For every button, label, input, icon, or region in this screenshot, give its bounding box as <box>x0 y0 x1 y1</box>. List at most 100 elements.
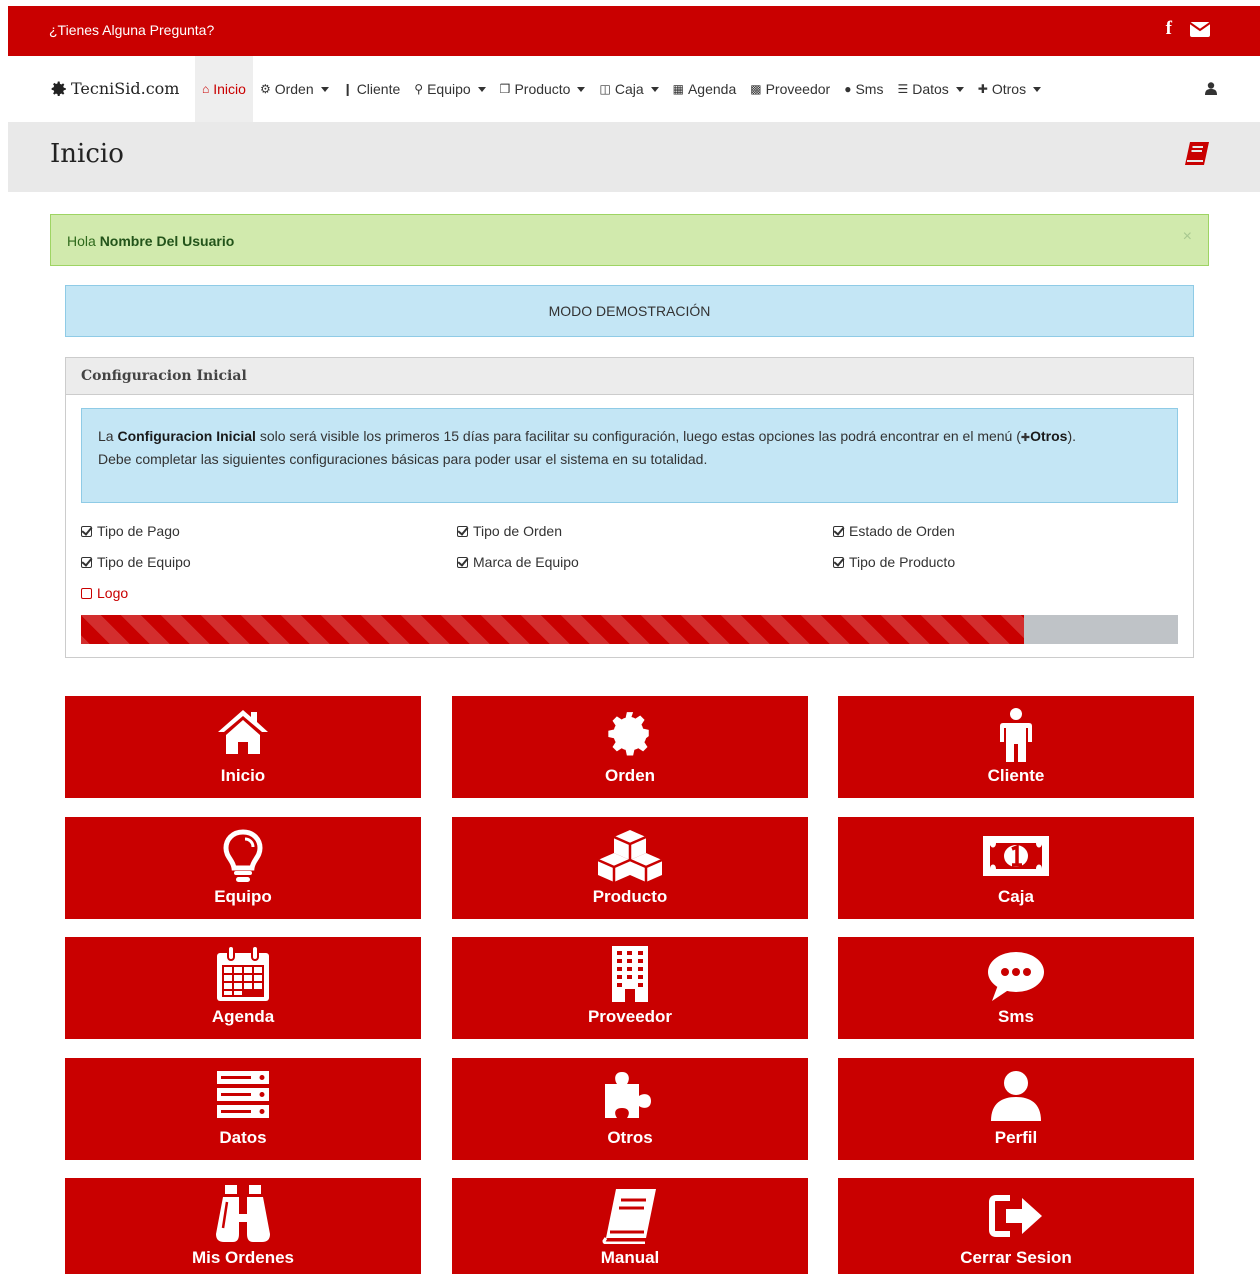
checked-icon <box>81 525 92 537</box>
nav-label: Sms <box>855 81 884 97</box>
nav-label: Cliente <box>356 81 401 97</box>
nav-label: Equipo <box>427 81 471 97</box>
navbar: TecniSid.com ⌂ Inicio ⚙ Orden ❙ Cliente … <box>8 56 1260 122</box>
brand-name: TecniSid.com <box>71 79 180 98</box>
unchecked-icon <box>81 587 92 599</box>
user-menu-icon[interactable] <box>1205 82 1217 95</box>
nav-label: Otros <box>991 81 1027 97</box>
server-icon <box>217 1071 269 1118</box>
checked-icon <box>833 525 844 537</box>
tile-manual[interactable]: Manual <box>452 1178 808 1274</box>
tile-producto[interactable]: Producto <box>452 817 808 919</box>
cubes-icon <box>597 830 663 882</box>
chevron-down-icon <box>650 86 659 92</box>
social-links: f <box>1166 18 1210 40</box>
tile-sms[interactable]: Sms <box>838 937 1194 1039</box>
calendar-icon: ▦ <box>672 82 684 96</box>
chevron-down-icon <box>477 86 486 92</box>
tile-inicio[interactable]: Inicio <box>65 696 421 798</box>
demo-mode-banner: MODO DEMOSTRACIÓN <box>65 285 1194 337</box>
config-info-line2: Debe completar las siguientes configurac… <box>98 451 708 467</box>
nav-item-otros[interactable]: ✚ Otros <box>971 56 1048 122</box>
main-nav: ⌂ Inicio ⚙ Orden ❙ Cliente ⚲ Equipo ❒ Pr… <box>195 56 1048 122</box>
building-icon: ▩ <box>750 82 762 96</box>
tile-caja[interactable]: Caja <box>838 817 1194 919</box>
checklist-item[interactable]: Tipo de Equipo <box>81 554 191 570</box>
tile-perfil[interactable]: Perfil <box>838 1058 1194 1160</box>
comment-icon: ● <box>844 82 852 96</box>
nav-label: Proveedor <box>765 81 831 97</box>
nav-label: Producto <box>514 81 571 97</box>
page: ¿Tienes Alguna Pregunta? f TecniSid.com … <box>0 0 1260 1274</box>
chevron-down-icon <box>320 86 329 92</box>
nav-item-producto[interactable]: ❒ Producto <box>493 56 593 122</box>
facebook-icon[interactable]: f <box>1166 18 1172 40</box>
nav-item-inicio[interactable]: ⌂ Inicio <box>195 56 253 122</box>
checklist-item[interactable]: Tipo de Pago <box>81 523 180 539</box>
nav-item-datos[interactable]: ☰ Datos <box>890 56 970 122</box>
tile-agenda[interactable]: Agenda <box>65 937 421 1039</box>
nav-item-equipo[interactable]: ⚲ Equipo <box>407 56 492 122</box>
tile-datos[interactable]: Datos <box>65 1058 421 1160</box>
tile-cerrar-sesion[interactable]: Cerrar Sesion <box>838 1178 1194 1274</box>
tile-proveedor[interactable]: Proveedor <box>452 937 808 1039</box>
nav-label: Datos <box>912 81 949 97</box>
tile-equipo[interactable]: Equipo <box>65 817 421 919</box>
puzzle-icon: ✚ <box>977 82 988 96</box>
nav-item-agenda[interactable]: ▦ Agenda <box>666 56 744 122</box>
puzzle-icon <box>605 1072 651 1118</box>
checklist-item[interactable]: Tipo de Orden <box>457 523 562 539</box>
config-progress-bar <box>81 615 1025 644</box>
nav-item-orden[interactable]: ⚙ Orden <box>253 56 336 122</box>
manual-book-icon[interactable] <box>1184 141 1210 167</box>
chevron-down-icon <box>577 86 586 92</box>
home-icon <box>218 710 268 754</box>
tile-otros[interactable]: Otros <box>452 1058 808 1160</box>
nav-label: Orden <box>274 81 314 97</box>
puzzle-icon: ✚ <box>1020 432 1031 444</box>
question-link[interactable]: ¿Tienes Alguna Pregunta? <box>49 22 214 38</box>
welcome-text: Hola Nombre Del Usuario <box>67 233 235 249</box>
nav-label: Inicio <box>213 81 246 97</box>
checklist-item-pending[interactable]: Logo <box>81 585 128 601</box>
tile-mis-ordenes[interactable]: Mis Ordenes <box>65 1178 421 1274</box>
home-icon: ⌂ <box>202 82 210 96</box>
brand[interactable]: TecniSid.com <box>50 79 179 98</box>
tile-cliente[interactable]: Cliente <box>838 696 1194 798</box>
close-icon[interactable]: × <box>1183 228 1192 246</box>
chevron-down-icon <box>955 86 964 92</box>
chevron-down-icon <box>1033 86 1042 92</box>
gear-icon: ⚙ <box>259 82 271 96</box>
nav-item-proveedor[interactable]: ▩ Proveedor <box>743 56 837 122</box>
gear-icon <box>608 712 649 756</box>
user-icon <box>991 1071 1041 1121</box>
nav-item-cliente[interactable]: ❙ Cliente <box>336 56 408 122</box>
checklist-item[interactable]: Marca de Equipo <box>457 554 579 570</box>
checklist-item[interactable]: Estado de Orden <box>833 523 955 539</box>
person-icon <box>1000 708 1032 762</box>
nav-item-caja[interactable]: ◫ Caja <box>592 56 665 122</box>
nav-item-sms[interactable]: ● Sms <box>837 56 890 122</box>
welcome-alert: Hola Nombre Del Usuario × <box>50 214 1209 266</box>
config-info-box: La Configuracion Inicial solo será visib… <box>81 408 1178 503</box>
user-name: Nombre Del Usuario <box>99 233 235 249</box>
envelope-icon[interactable] <box>1190 21 1210 37</box>
building-icon <box>612 946 648 1002</box>
config-panel: Configuracion Inicial La Configuracion I… <box>65 357 1194 658</box>
checked-icon <box>81 556 92 568</box>
gear-icon <box>51 81 66 96</box>
top-bar: ¿Tienes Alguna Pregunta? f <box>8 6 1260 56</box>
nav-label: Caja <box>614 81 644 97</box>
checklist-item[interactable]: Tipo de Producto <box>833 554 955 570</box>
lightbulb-icon: ⚲ <box>414 82 424 96</box>
config-progress <box>81 615 1178 644</box>
page-header: Inicio <box>8 122 1260 192</box>
checked-icon <box>457 556 468 568</box>
lightbulb-icon <box>223 829 263 882</box>
comment-icon <box>988 952 1044 1001</box>
book-icon <box>602 1189 656 1244</box>
calendar-icon <box>217 945 269 1001</box>
page-title: Inicio <box>50 139 124 169</box>
config-panel-title: Configuracion Inicial <box>66 358 1193 395</box>
tile-orden[interactable]: Orden <box>452 696 808 798</box>
